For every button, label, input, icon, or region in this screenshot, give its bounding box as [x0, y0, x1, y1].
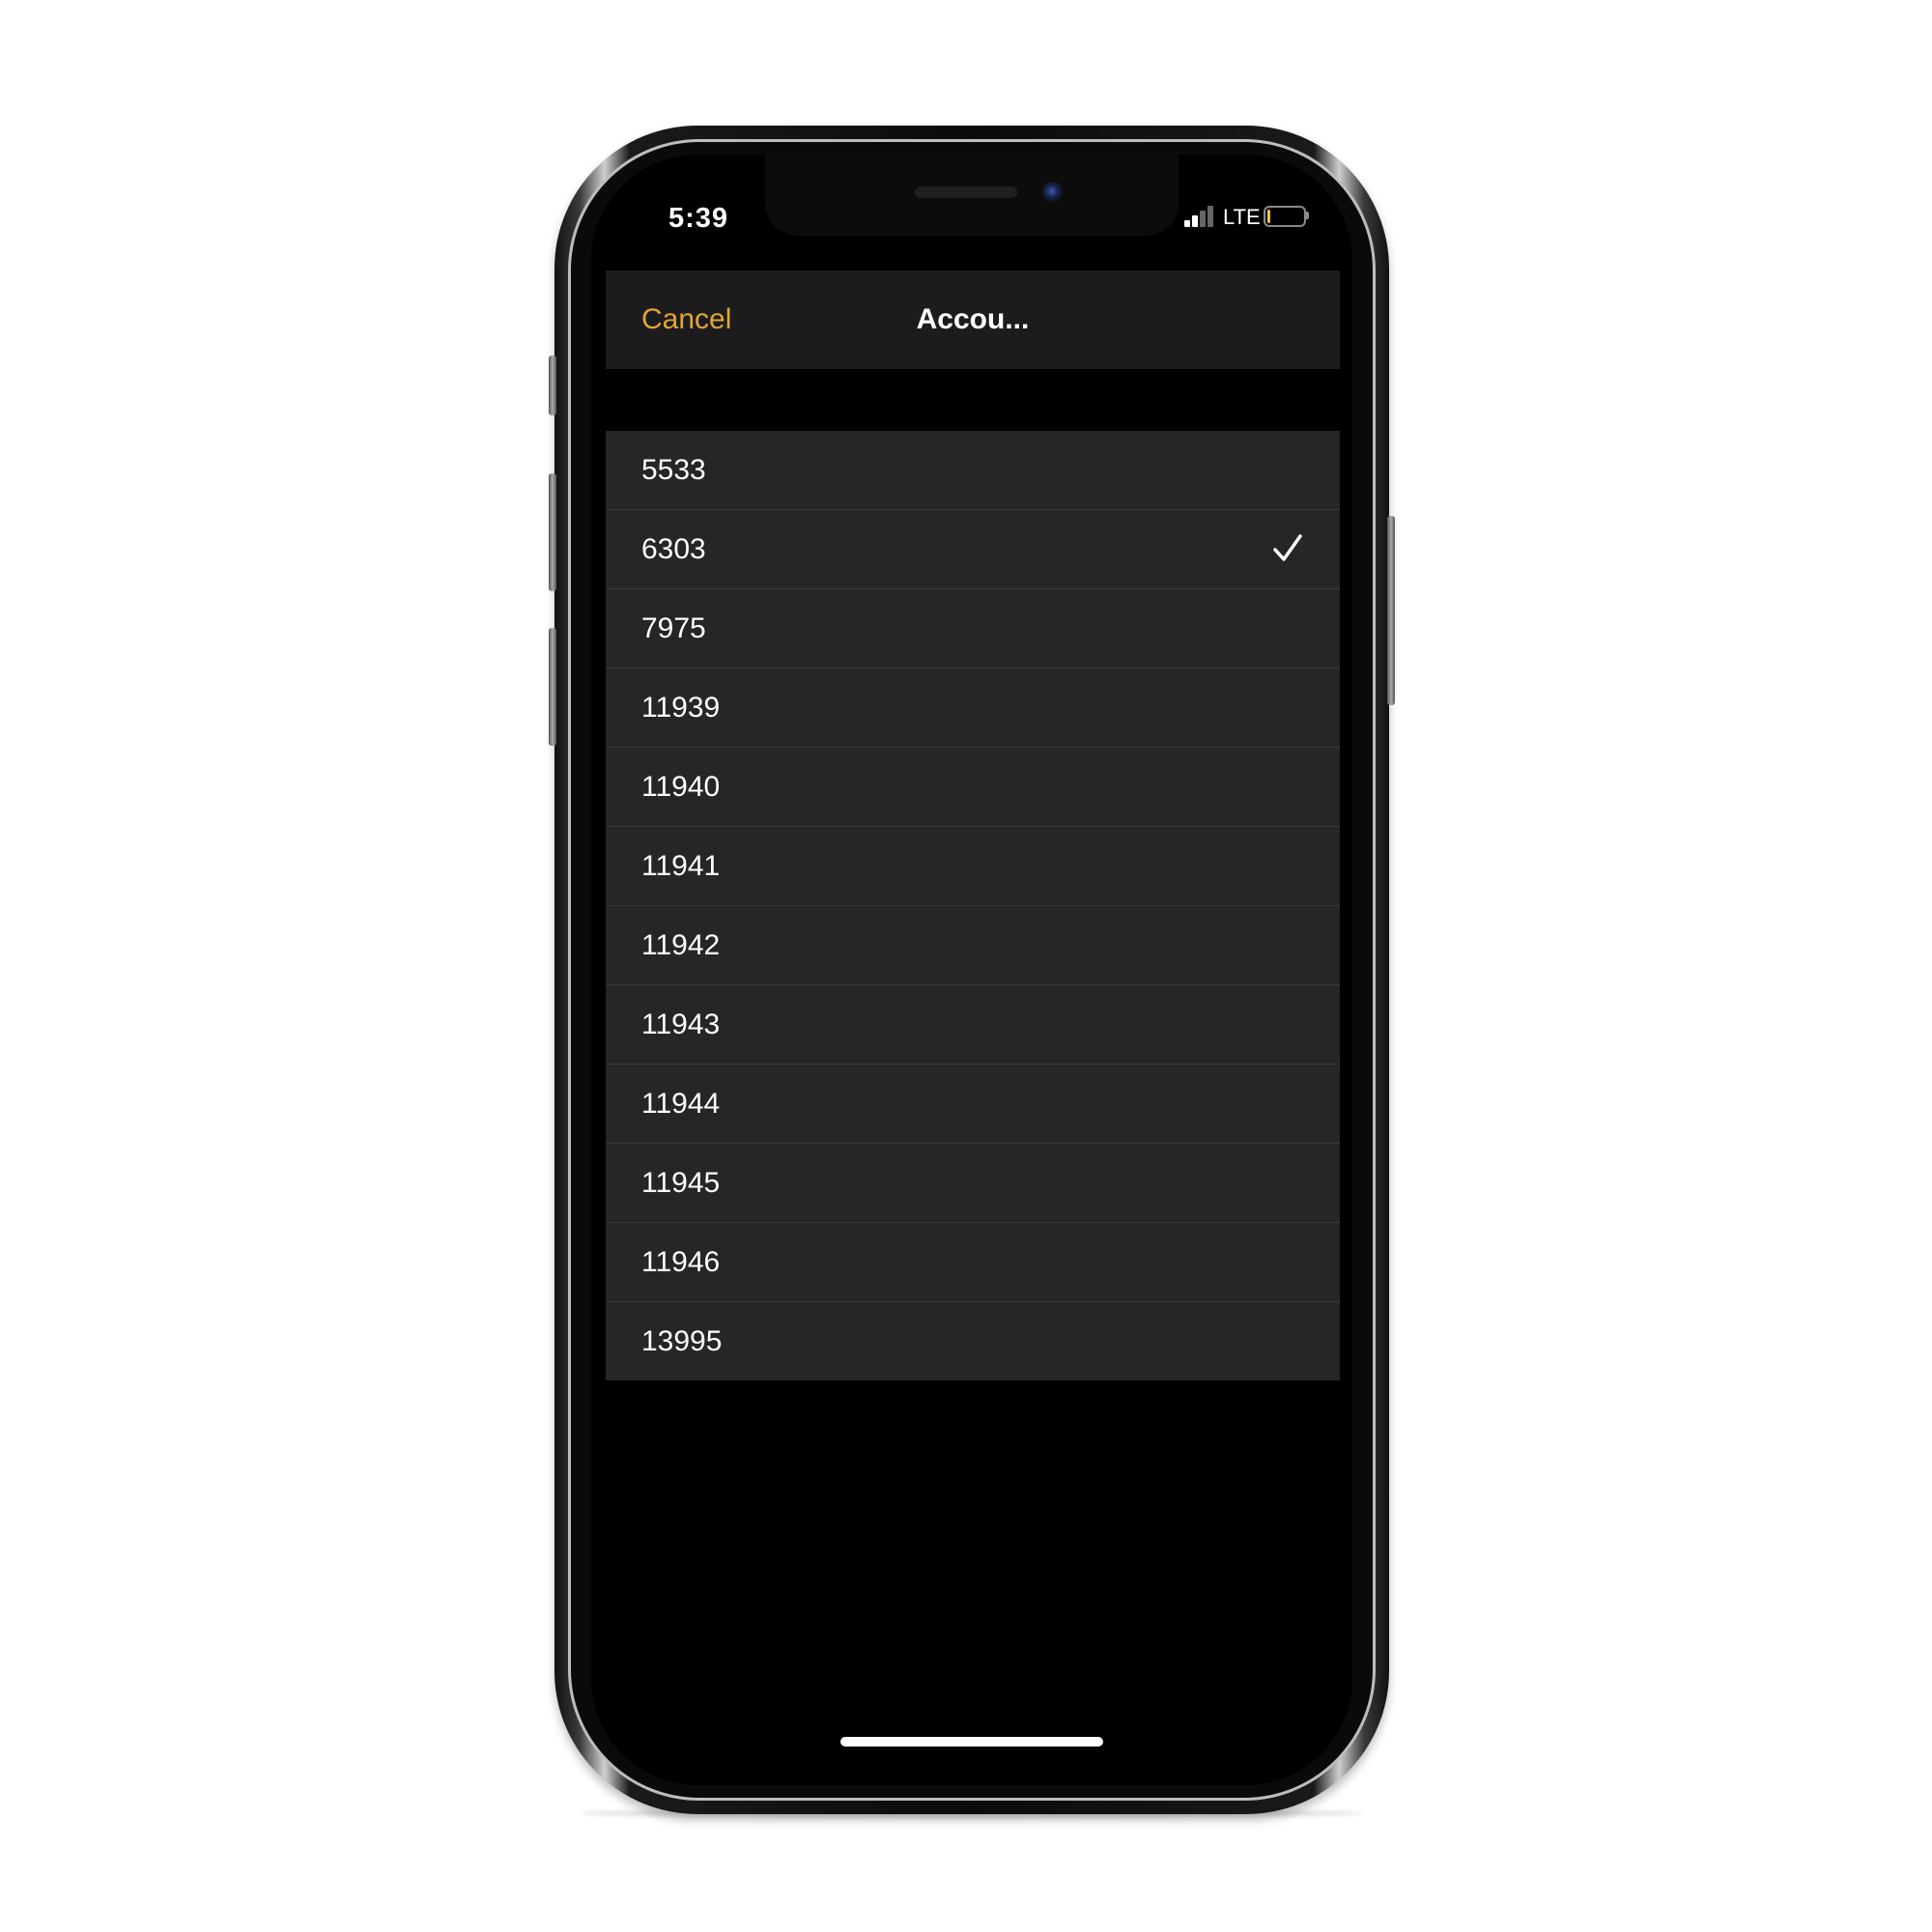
account-row[interactable]: 11942	[606, 905, 1340, 984]
power-button	[1387, 516, 1395, 705]
account-row-label: 13995	[641, 1325, 723, 1357]
account-row[interactable]: 5533	[606, 431, 1340, 509]
checkmark-icon	[1273, 534, 1302, 561]
account-row-label: 6303	[641, 533, 706, 565]
account-row-label: 11944	[641, 1088, 721, 1120]
signal-bar	[1192, 215, 1198, 227]
volume-down-button	[549, 628, 556, 746]
account-row-label: 11940	[641, 771, 721, 803]
battery-level-fill	[1267, 210, 1270, 223]
account-row[interactable]: 7975	[606, 588, 1340, 668]
signal-bar	[1184, 220, 1190, 227]
network-type: LTE	[1223, 205, 1261, 229]
volume-up-button	[549, 473, 556, 591]
account-row[interactable]: 11940	[606, 747, 1340, 826]
account-row-label: 11939	[641, 692, 721, 724]
status-time: 5:39	[668, 203, 729, 234]
battery-tip	[1306, 212, 1309, 219]
account-row-label: 7975	[641, 612, 706, 644]
home-indicator[interactable]	[840, 1737, 1103, 1747]
page-title: Accou...	[916, 303, 1030, 335]
phone-screen: 5:39 LTE Cancel Accou... 5533 6303 7975 119…	[591, 155, 1352, 1785]
account-row-label: 11941	[641, 850, 721, 882]
signal-bar	[1200, 211, 1206, 227]
account-row[interactable]: 11946	[606, 1222, 1340, 1301]
notch	[765, 155, 1179, 236]
account-row[interactable]: 11945	[606, 1143, 1340, 1222]
account-row-label: 5533	[641, 454, 706, 486]
battery-icon	[1264, 206, 1306, 227]
account-list: 5533 6303 7975 11939 11940 11941 11942 11943 119…	[606, 431, 1340, 1380]
account-row-label: 11946	[641, 1246, 721, 1278]
signal-bar	[1208, 206, 1213, 227]
account-row[interactable]: 13995	[606, 1301, 1340, 1380]
earpiece-speaker	[915, 186, 1017, 198]
account-row[interactable]: 6303	[606, 509, 1340, 588]
account-row[interactable]: 11939	[606, 668, 1340, 747]
account-row[interactable]: 11941	[606, 826, 1340, 905]
navigation-bar: Cancel Accou...	[606, 270, 1340, 369]
front-camera	[1042, 182, 1064, 203]
cellular-signal-icon	[1184, 206, 1219, 227]
account-row-label: 11943	[641, 1009, 721, 1040]
account-row[interactable]: 11943	[606, 984, 1340, 1064]
account-row-label: 11945	[641, 1167, 721, 1199]
mute-switch	[549, 355, 556, 415]
account-row[interactable]: 11944	[606, 1064, 1340, 1143]
account-row-label: 11942	[641, 929, 721, 961]
